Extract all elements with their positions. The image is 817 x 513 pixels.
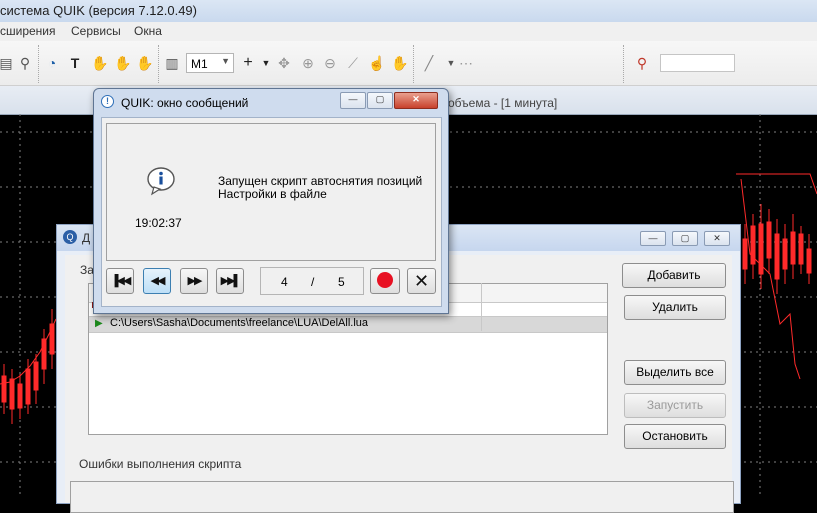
errors-box[interactable] [70, 481, 734, 513]
candles-left [0, 309, 57, 424]
hand-icon[interactable]: ✋ [391, 55, 408, 71]
add-button[interactable]: Добавить [622, 263, 726, 288]
app-title-bar: система QUIK (версия 7.12.0.49) [0, 0, 817, 23]
scripts-window-title: Д [82, 231, 91, 245]
move-icon[interactable]: ✥ [276, 55, 292, 71]
candles-right [736, 173, 817, 380]
total-message-count: 5 [338, 275, 345, 289]
search-input[interactable] [660, 54, 735, 72]
toolbar: ▤ ⚲ ◔ T ✋ ✋ ✋ ▥ M1 ▼ + ▼ ✥ ⊕ ⊖ ⟋ ☝ ✋ ╱ ▼… [0, 41, 817, 86]
maximize-icon[interactable]: ▢ [367, 92, 393, 109]
message-window-title: QUIK: окно сообщений [121, 96, 249, 110]
record-button[interactable] [370, 268, 400, 294]
scripts-list-label: За [80, 263, 94, 277]
hand-check-icon[interactable]: ✋ [114, 55, 131, 71]
zoom-in-icon[interactable]: ⊕ [300, 55, 316, 71]
hand-up-icon[interactable]: ✋ [91, 55, 108, 71]
timeframe-select[interactable]: M1 ▼ [186, 53, 234, 73]
close-icon[interactable]: ✕ [704, 231, 730, 246]
minimize-icon[interactable]: — [340, 92, 366, 109]
line-tool-icon[interactable]: ╱ [421, 55, 437, 71]
play-marker-icon: ▶ [95, 318, 103, 329]
message-window-body: 19:02:37 Запущен скрипт автоснятия позиц… [101, 117, 442, 307]
crosshair-dropdown-icon[interactable]: ▼ [258, 55, 274, 71]
line-dropdown-icon[interactable]: ▼ [443, 55, 459, 71]
app-logo-icon: Q [63, 230, 77, 244]
first-icon[interactable]: ▐◀◀ [106, 268, 134, 294]
message-window-titlebar[interactable]: ! QUIK: окно сообщений — ▢ ✕ [94, 89, 448, 115]
app-title: система QUIK (версия 7.12.0.49) [0, 3, 197, 18]
message-time: 19:02:37 [135, 216, 182, 230]
message-panel: 19:02:37 Запущен скрипт автоснятия позиц… [106, 123, 436, 261]
current-message-number: 4 [281, 275, 288, 289]
crosshair-icon[interactable]: + [240, 55, 256, 71]
table-row[interactable]: ▶ C:\Users\Sasha\Documents\freelance\LUA… [89, 316, 607, 333]
bars-icon[interactable]: ▥ [164, 55, 180, 71]
ruler-icon[interactable]: ⟋ [345, 55, 361, 71]
print-icon[interactable]: ▤ [0, 55, 14, 71]
errors-label: Ошибки выполнения скрипта [79, 457, 242, 471]
info-small-icon: ! [101, 95, 114, 108]
maximize-icon[interactable]: ▢ [672, 231, 698, 246]
last-icon[interactable]: ▶▶▌ [216, 268, 244, 294]
hand-point-icon[interactable]: ☝ [368, 55, 385, 71]
zoom-out-icon[interactable]: ⊖ [322, 55, 338, 71]
script-path: C:\Users\Sasha\Documents\freelance\LUA\D… [110, 317, 369, 329]
next-icon[interactable]: ▶▶ [180, 268, 208, 294]
alert-icon[interactable]: ◔ [44, 55, 60, 71]
minimize-icon[interactable]: — [640, 231, 666, 246]
prev-icon[interactable]: ◀◀ [143, 268, 171, 294]
message-line-1: Запущен скрипт автоснятия позиций [218, 174, 423, 188]
more-tools-icon[interactable]: ⋯ [458, 55, 474, 71]
stop-button[interactable]: Остановить [624, 424, 726, 449]
delete-button[interactable]: Удалить [624, 295, 726, 320]
close-x-icon[interactable]: ✕ [407, 268, 436, 294]
hand-down-icon[interactable]: ✋ [136, 55, 153, 71]
search-icon[interactable]: ⚲ [634, 55, 650, 71]
message-counter: 4 / 5 [260, 267, 364, 295]
timeframe-value: M1 [191, 57, 208, 71]
search-tool-icon[interactable]: ⚲ [17, 55, 33, 71]
menu-services[interactable]: Сервисы [71, 24, 121, 38]
message-window: ! QUIK: окно сообщений — ▢ ✕ 19:02:37 За… [93, 88, 449, 314]
chart-tab-label[interactable]: объема - [1 минута] [448, 96, 557, 110]
menu-bar: сширения Сервисы Окна [0, 22, 817, 42]
counter-separator: / [311, 275, 315, 289]
close-icon[interactable]: ✕ [394, 92, 438, 109]
chevron-down-icon: ▼ [221, 56, 230, 66]
select-all-button[interactable]: Выделить все [624, 360, 726, 385]
menu-windows[interactable]: Окна [134, 24, 162, 38]
text-tool-icon[interactable]: T [67, 55, 83, 71]
menu-extensions[interactable]: сширения [0, 24, 56, 38]
message-line-2: Настройки в файле [218, 187, 327, 201]
info-icon [146, 166, 176, 196]
record-icon [377, 272, 393, 289]
run-button[interactable]: Запустить [624, 393, 726, 418]
